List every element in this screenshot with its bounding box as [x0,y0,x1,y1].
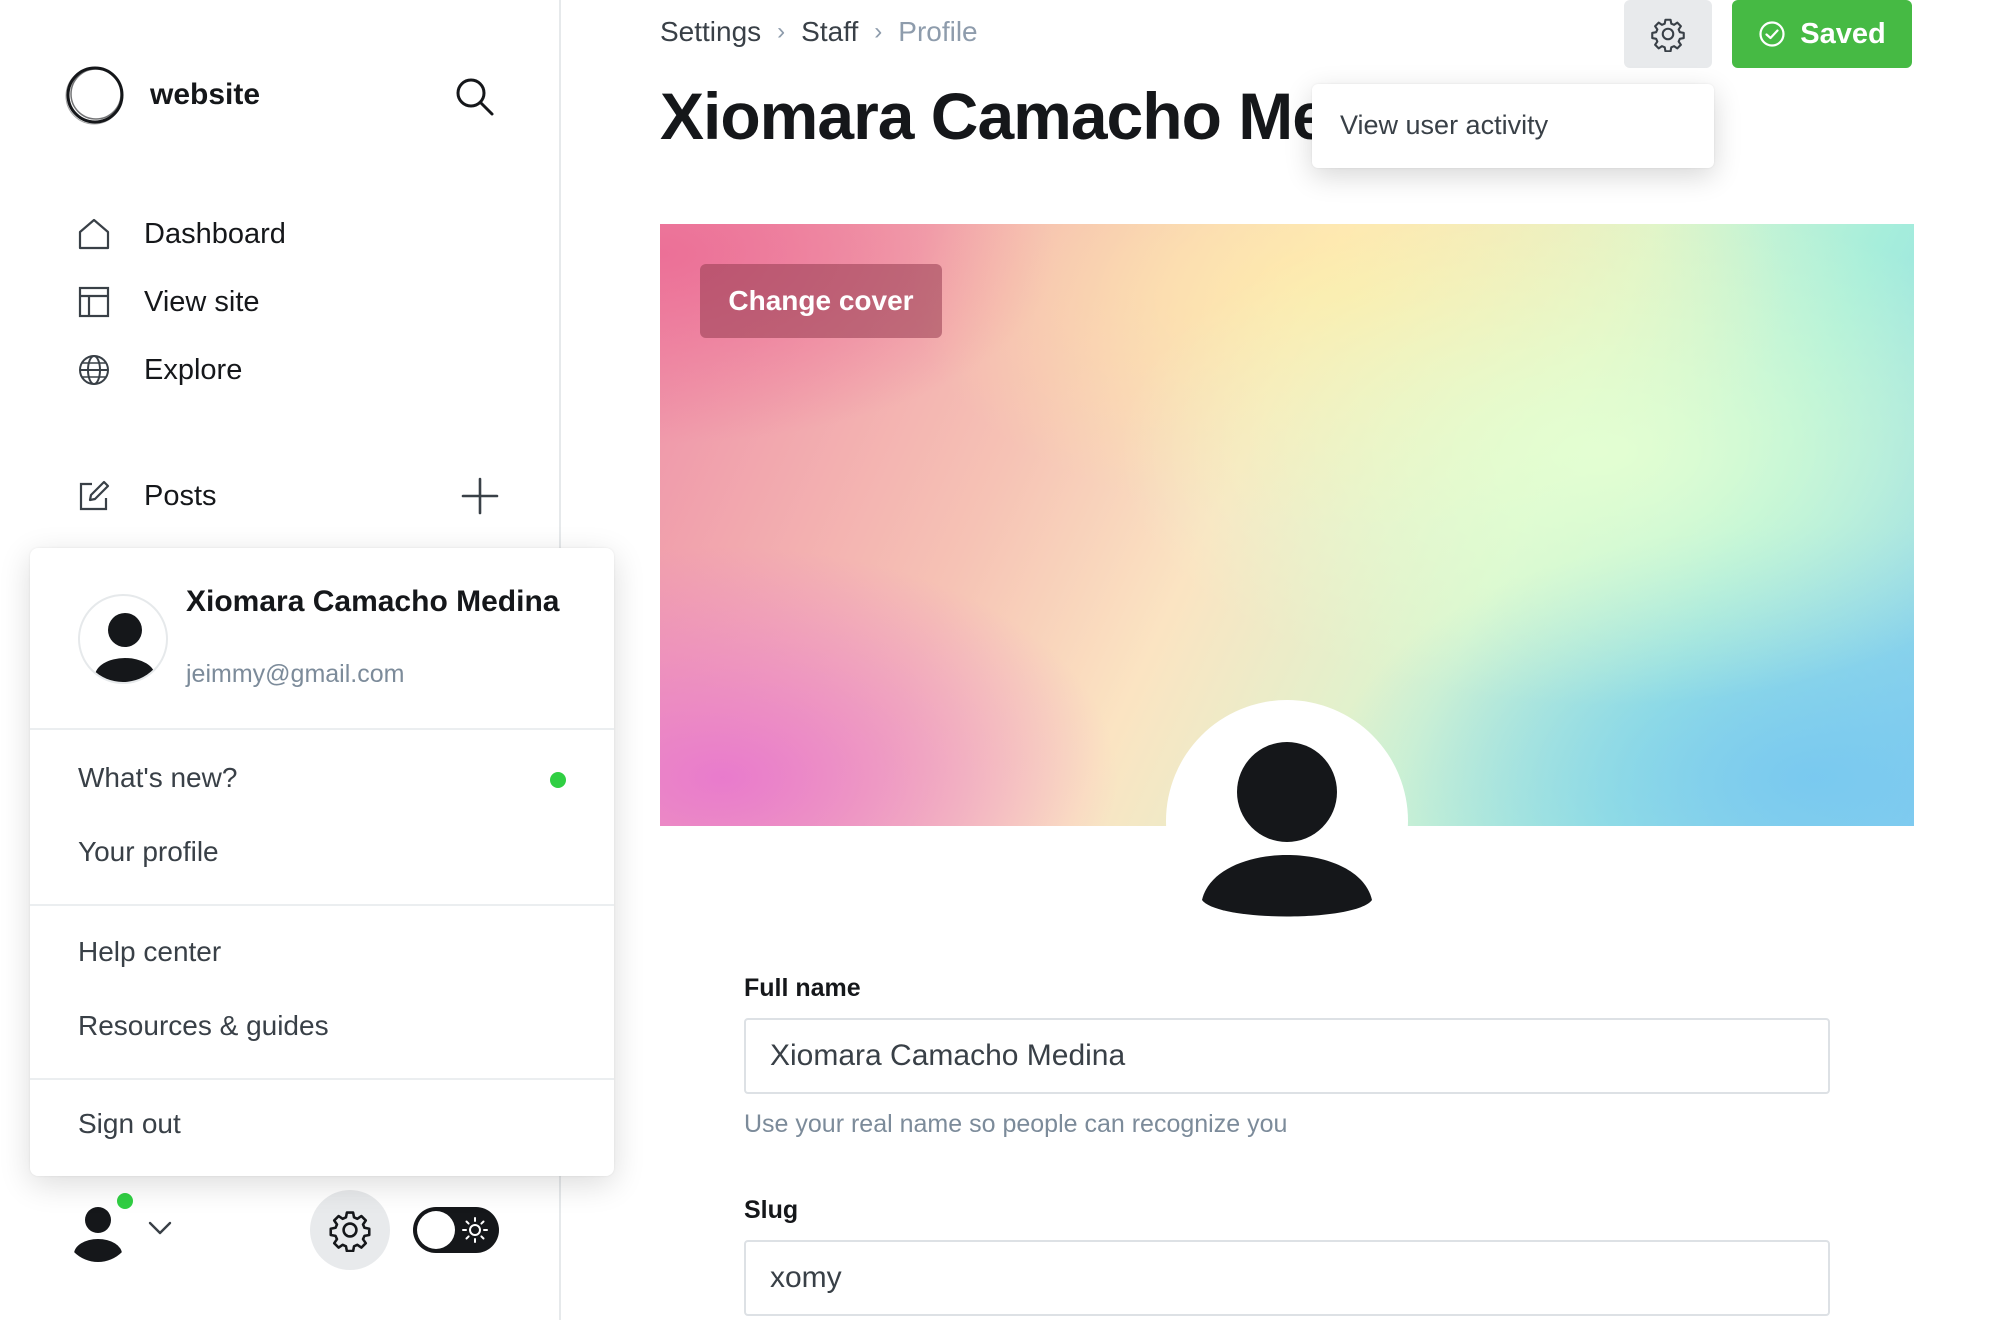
chevron-right-icon: › [777,18,786,45]
menu-item-sign-out[interactable]: Sign out [78,1108,181,1140]
user-menu-section-help: Help center Resources & guides [30,906,614,1080]
breadcrumb: Settings › Staff › Profile [660,16,978,48]
menu-item-your-profile[interactable]: Your profile [78,836,219,868]
profile-photo[interactable] [1166,700,1408,942]
user-menu-dropdown: Xiomara Camacho Medina jeimmy@gmail.com … [30,548,614,1176]
user-actions-button[interactable] [1624,0,1712,68]
sun-icon [462,1217,488,1243]
full-name-input[interactable] [744,1018,1830,1094]
brand-logo-icon [65,66,124,125]
user-actions-dropdown: View user activity [1312,84,1714,168]
user-email: jeimmy@gmail.com [186,660,405,688]
brand[interactable]: website [64,64,260,126]
menu-item-resources-guides[interactable]: Resources & guides [78,1010,329,1042]
settings-button[interactable] [310,1190,390,1270]
gear-icon [329,1211,371,1252]
sidebar-nav: Dashboard View site Explore [76,200,516,404]
new-indicator-dot [550,772,566,788]
page-title: Xiomara Camacho Medina [660,79,1350,153]
user-menu-section-updates: What's new? Your profile [30,730,614,906]
avatar-person-icon [1202,742,1372,917]
full-name-hint: Use your real name so people can recogni… [744,1110,1288,1138]
saved-button[interactable]: Saved [1732,0,1912,68]
slug-input[interactable] [744,1240,1830,1316]
sidebar-item-label: Posts [144,479,217,512]
menu-item-view-user-activity[interactable]: View user activity [1340,110,1548,141]
brand-name: website [150,78,261,111]
menu-item-help-center[interactable]: Help center [78,936,221,968]
sidebar-item-posts[interactable]: Posts [76,462,500,530]
menu-item-whats-new[interactable]: What's new? [78,762,237,794]
sidebar-item-label: Explore [144,353,243,386]
gear-icon [1651,18,1685,52]
check-circle-icon [1759,21,1785,47]
toggle-knob [417,1211,455,1249]
sidebar-item-view-site[interactable]: View site [76,268,516,336]
slug-label: Slug [744,1196,799,1224]
avatar-person-icon [95,613,155,682]
saved-label: Saved [1800,17,1886,50]
online-status-dot [114,1190,136,1212]
breadcrumb-profile: Profile [898,16,978,47]
home-icon [78,218,110,250]
sidebar-item-label: Dashboard [144,217,286,250]
new-post-plus-icon[interactable] [460,476,500,516]
sidebar-item-explore[interactable]: Explore [76,336,516,404]
layout-icon [78,286,110,318]
breadcrumb-staff[interactable]: Staff [801,16,858,48]
sidebar-item-label: View site [144,285,260,318]
chevron-right-icon: › [874,18,883,45]
user-menu-header: Xiomara Camacho Medina jeimmy@gmail.com [30,548,614,730]
globe-icon [79,355,109,385]
avatar [78,594,168,684]
change-cover-button[interactable]: Change cover [700,264,942,338]
theme-toggle[interactable] [413,1207,499,1253]
chevron-down-icon[interactable] [146,1214,174,1242]
edit-icon [79,480,110,511]
full-name-label: Full name [744,974,861,1002]
sidebar-item-dashboard[interactable]: Dashboard [76,200,516,268]
search-icon[interactable] [452,74,496,118]
user-name: Xiomara Camacho Medina [186,585,560,618]
breadcrumb-settings[interactable]: Settings [660,16,761,48]
